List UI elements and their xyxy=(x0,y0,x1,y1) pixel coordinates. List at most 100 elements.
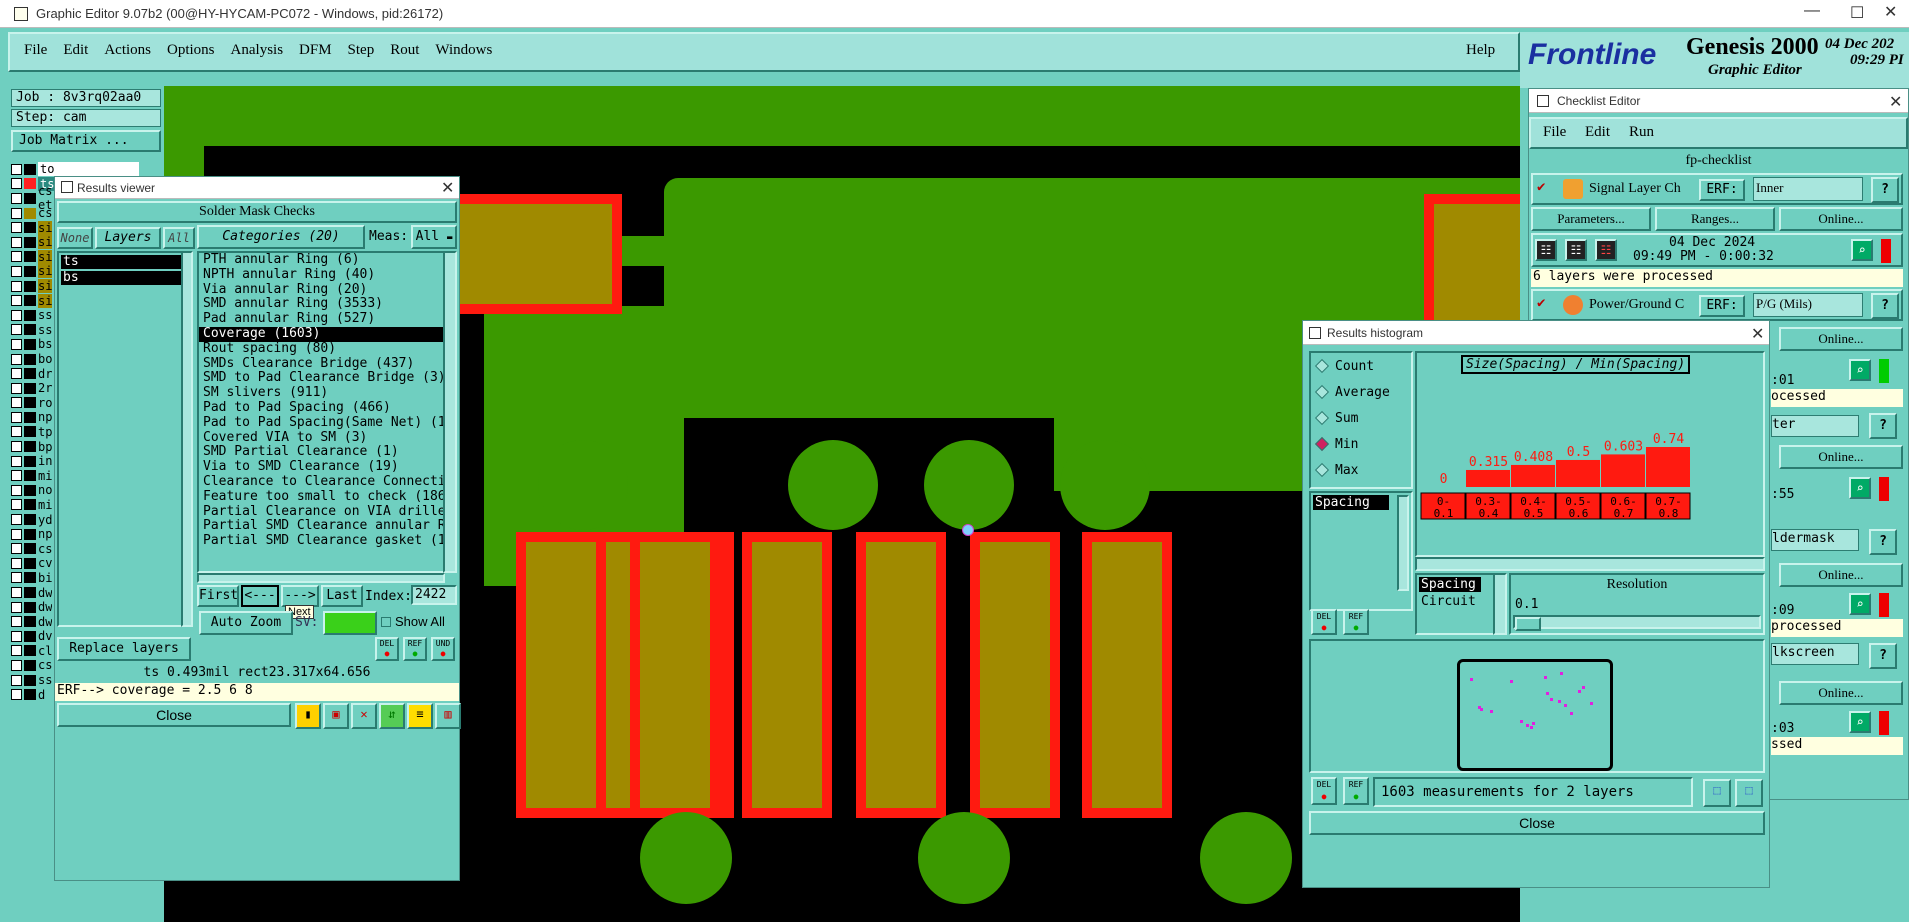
menu-windows[interactable]: Windows xyxy=(435,42,492,58)
layer-checkbox[interactable] xyxy=(11,543,22,555)
layer-checkbox[interactable] xyxy=(11,572,22,584)
layer-checkbox[interactable] xyxy=(11,630,22,642)
job-matrix-button[interactable]: Job Matrix ... xyxy=(11,130,161,152)
layer-checkbox[interactable] xyxy=(11,441,22,453)
first-button[interactable]: First xyxy=(197,585,239,607)
sv-color-dropdown[interactable] xyxy=(323,611,377,635)
type-spacing[interactable]: Spacing xyxy=(1419,577,1481,592)
category-item[interactable]: Pad to Pad Spacing (466) xyxy=(199,400,455,416)
zoom-region-icon[interactable]: ⬚ xyxy=(1703,779,1731,807)
category-item[interactable]: SMD to Pad Clearance Bridge (3) xyxy=(199,371,455,386)
help-button[interactable]: ? xyxy=(1869,643,1897,669)
menu-step[interactable]: Step xyxy=(348,42,375,58)
all-button[interactable]: All xyxy=(163,227,195,249)
erf-value[interactable]: P/G (Mils) xyxy=(1753,293,1863,317)
layer-checkbox[interactable] xyxy=(11,674,22,686)
category-item[interactable]: SM slivers (911) xyxy=(199,385,455,401)
record-tool-icon[interactable]: ▣ xyxy=(323,703,349,729)
category-item[interactable]: Partial SMD Clearance gasket (1) xyxy=(199,533,455,549)
chart-tool-icon[interactable]: ⇵ xyxy=(379,703,405,729)
del-button[interactable]: DEL ● xyxy=(1311,609,1337,635)
checklist-menu-run[interactable]: Run xyxy=(1629,124,1654,141)
close-icon[interactable]: ✕ xyxy=(1884,2,1897,22)
radio-icon[interactable] xyxy=(1314,462,1330,478)
menu-edit[interactable]: Edit xyxy=(63,42,88,58)
menu-dfm[interactable]: DFM xyxy=(299,42,332,58)
replace-layers-button[interactable]: Replace layers xyxy=(57,637,191,661)
auto-zoom-button[interactable]: Auto Zoom xyxy=(199,611,293,635)
category-item[interactable]: Pad annular Ring (527) xyxy=(199,311,455,327)
layer-checkbox[interactable] xyxy=(11,616,22,628)
layer-checkbox[interactable] xyxy=(11,557,22,569)
categories-scrollbar[interactable] xyxy=(443,251,457,573)
del-button[interactable]: DEL ● xyxy=(375,637,399,661)
layer-checkbox[interactable] xyxy=(11,178,22,190)
layer-checkbox[interactable] xyxy=(11,514,22,526)
marker-tool-icon[interactable]: ▮ xyxy=(295,703,321,729)
erf-fragment[interactable]: ter xyxy=(1771,415,1859,437)
help-menu[interactable]: Help xyxy=(1466,42,1495,59)
run-icon[interactable]: ☷ xyxy=(1595,239,1617,261)
category-item[interactable]: SMDs Clearance Bridge (437) xyxy=(199,356,455,372)
online-button[interactable]: Online... xyxy=(1779,207,1903,231)
category-item[interactable]: Clearance to Clearance Connection xyxy=(199,474,455,490)
layer-checkbox[interactable] xyxy=(11,645,22,657)
next-button[interactable]: ---> xyxy=(281,585,319,607)
category-item[interactable]: Via annular Ring (20) xyxy=(199,282,455,298)
list-item[interactable]: Spacing xyxy=(1313,495,1389,510)
layer-checkbox[interactable] xyxy=(11,382,22,394)
histogram-bar[interactable] xyxy=(1556,459,1600,487)
layer-checkbox[interactable] xyxy=(11,309,22,321)
online-button[interactable]: Online... xyxy=(1779,563,1903,587)
categories-button[interactable]: Categories (20) xyxy=(197,225,365,249)
del-button[interactable]: DEL ● xyxy=(1311,777,1337,805)
resolution-slider[interactable] xyxy=(1513,615,1761,631)
erf-value[interactable]: Inner xyxy=(1753,177,1863,201)
online-button[interactable]: Online... xyxy=(1779,681,1903,705)
category-item[interactable]: Pad to Pad Spacing(Same Net) (10) xyxy=(199,415,455,431)
checklist-menu-file[interactable]: File xyxy=(1543,124,1566,141)
none-button[interactable]: None xyxy=(57,227,93,249)
chart-hscrollbar[interactable] xyxy=(1415,557,1765,571)
mode-min[interactable]: Min xyxy=(1311,431,1411,457)
category-item[interactable]: Coverage (1603) xyxy=(199,326,455,342)
layers-scrollbar[interactable] xyxy=(181,251,193,627)
layer-checkbox[interactable] xyxy=(11,484,22,496)
layer-checkbox[interactable] xyxy=(11,470,22,482)
online-button[interactable]: Online... xyxy=(1779,445,1903,469)
layer-checkbox[interactable] xyxy=(11,499,22,511)
category-item[interactable]: PTH annular Ring (6) xyxy=(199,253,455,268)
mode-average[interactable]: Average xyxy=(1311,379,1411,405)
category-item[interactable]: Feature too small to check (186) xyxy=(199,489,455,505)
zoom-icon[interactable]: ⌕ xyxy=(1849,711,1871,733)
report-tool-icon[interactable]: ≡ xyxy=(407,703,433,729)
close-icon[interactable]: ✕ xyxy=(1889,92,1902,112)
layer-checkbox[interactable] xyxy=(11,528,22,540)
category-item[interactable]: Via to SMD Clearance (19) xyxy=(199,459,455,475)
prev-button[interactable]: <--- xyxy=(241,585,279,607)
mode-sum[interactable]: Sum xyxy=(1311,405,1411,431)
layer-checkbox[interactable] xyxy=(11,265,22,277)
help-button[interactable]: ? xyxy=(1869,529,1897,555)
menu-file[interactable]: File xyxy=(24,42,47,58)
layer-checkbox[interactable] xyxy=(11,689,22,701)
histogram-tool-icon[interactable]: ▥ xyxy=(435,703,461,729)
layer-checkbox[interactable] xyxy=(11,426,22,438)
run-icon[interactable]: ☷ xyxy=(1535,239,1557,261)
menu-rout[interactable]: Rout xyxy=(390,42,419,58)
list-scrollbar[interactable] xyxy=(1397,495,1409,591)
check-row-signal[interactable]: ✔ Signal Layer Ch ERF: Inner ? xyxy=(1531,173,1903,205)
layer-checkbox[interactable] xyxy=(11,251,22,263)
undo-button[interactable]: UND ● xyxy=(431,637,455,661)
zoom-layers-icon[interactable]: ⬚ xyxy=(1735,779,1763,807)
menu-actions[interactable]: Actions xyxy=(104,42,151,58)
layer-checkbox[interactable] xyxy=(11,601,22,613)
layers-button[interactable]: Layers xyxy=(95,227,161,249)
ranges-button[interactable]: Ranges... xyxy=(1655,207,1775,231)
ref-button[interactable]: REF ● xyxy=(1343,609,1369,635)
radio-icon[interactable] xyxy=(1314,358,1330,374)
show-all-checkbox[interactable] xyxy=(381,617,391,627)
zoom-icon[interactable]: ⌕ xyxy=(1851,239,1873,261)
help-button[interactable]: ? xyxy=(1871,293,1899,319)
layer-row[interactable]: to xyxy=(11,162,139,177)
